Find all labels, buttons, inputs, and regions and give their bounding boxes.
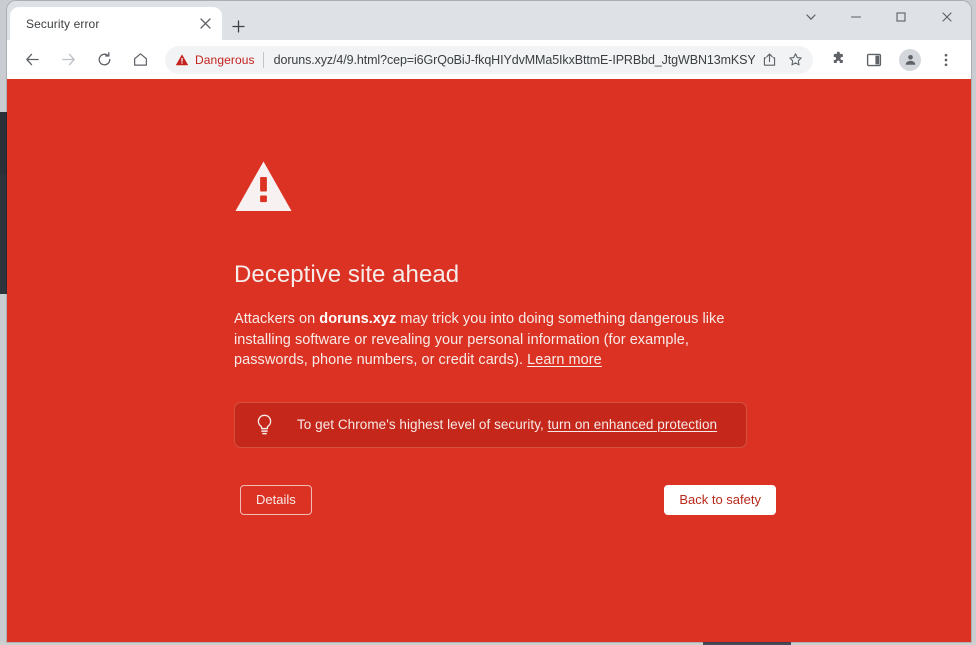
window-controls [788, 1, 971, 40]
address-bar[interactable]: Dangerous doruns.xyz/4/9.html?cep=i6GrQo… [165, 45, 813, 74]
interstitial-content: Deceptive site ahead Attackers on doruns… [234, 160, 776, 515]
body-lead: Attackers on [234, 311, 320, 327]
side-panel-icon[interactable] [860, 46, 888, 74]
extensions-puzzle-icon[interactable] [824, 46, 852, 74]
new-tab-button[interactable] [226, 14, 250, 38]
tab-search-icon[interactable] [788, 1, 833, 33]
background-window-strip [0, 112, 7, 174]
interstitial-body: Attackers on doruns.xyz may trick you in… [234, 309, 750, 371]
callout-text: To get Chrome's highest level of securit… [297, 417, 717, 432]
tab-title: Security error [26, 16, 100, 31]
maximize-icon[interactable] [878, 1, 923, 33]
forward-icon[interactable] [54, 46, 82, 74]
close-icon[interactable] [196, 15, 214, 33]
interstitial-buttons: Details Back to safety [234, 484, 776, 515]
security-status-label: Dangerous [195, 52, 255, 67]
profile-avatar[interactable] [896, 46, 924, 74]
chrome-menu-icon[interactable] [932, 46, 960, 74]
security-status-chip[interactable]: Dangerous [175, 53, 263, 67]
warning-triangle-icon-large [234, 160, 750, 219]
callout-lead: To get Chrome's highest level of securit… [297, 417, 548, 432]
window-close-icon[interactable] [923, 1, 971, 33]
details-button[interactable]: Details [240, 484, 312, 515]
enhanced-protection-callout: To get Chrome's highest level of securit… [234, 401, 747, 448]
minimize-icon[interactable] [833, 1, 878, 33]
browser-toolbar: Dangerous doruns.xyz/4/9.html?cep=i6GrQo… [7, 40, 971, 79]
omnibox-divider [262, 51, 264, 68]
back-icon[interactable] [18, 46, 46, 74]
background-window-strip-lower [0, 174, 7, 294]
screen: Security error Dangerous doruns.xyz/4/9.… [0, 0, 976, 645]
reload-icon[interactable] [90, 46, 118, 74]
security-interstitial-page: Deceptive site ahead Attackers on doruns… [7, 79, 971, 642]
tab-strip: Security error [7, 1, 971, 40]
bookmark-star-icon[interactable] [783, 48, 807, 72]
page-title: Deceptive site ahead [234, 261, 460, 288]
back-to-safety-button[interactable]: Back to safety [664, 484, 776, 515]
body-domain: doruns.xyz [319, 311, 397, 327]
warning-triangle-icon [175, 53, 189, 65]
url-text[interactable]: doruns.xyz/4/9.html?cep=i6GrQoBiJ-fkqHIY… [274, 53, 755, 67]
omnibox-actions [755, 48, 807, 72]
avatar [899, 48, 921, 71]
tab-security-error[interactable]: Security error [10, 7, 222, 40]
home-icon[interactable] [126, 46, 154, 74]
learn-more-link[interactable]: Learn more [527, 352, 602, 368]
browser-window: Security error Dangerous doruns.xyz/4/9.… [7, 1, 971, 642]
lightbulb-icon [255, 414, 274, 435]
share-icon[interactable] [757, 48, 781, 72]
enhanced-protection-link[interactable]: turn on enhanced protection [548, 417, 717, 432]
